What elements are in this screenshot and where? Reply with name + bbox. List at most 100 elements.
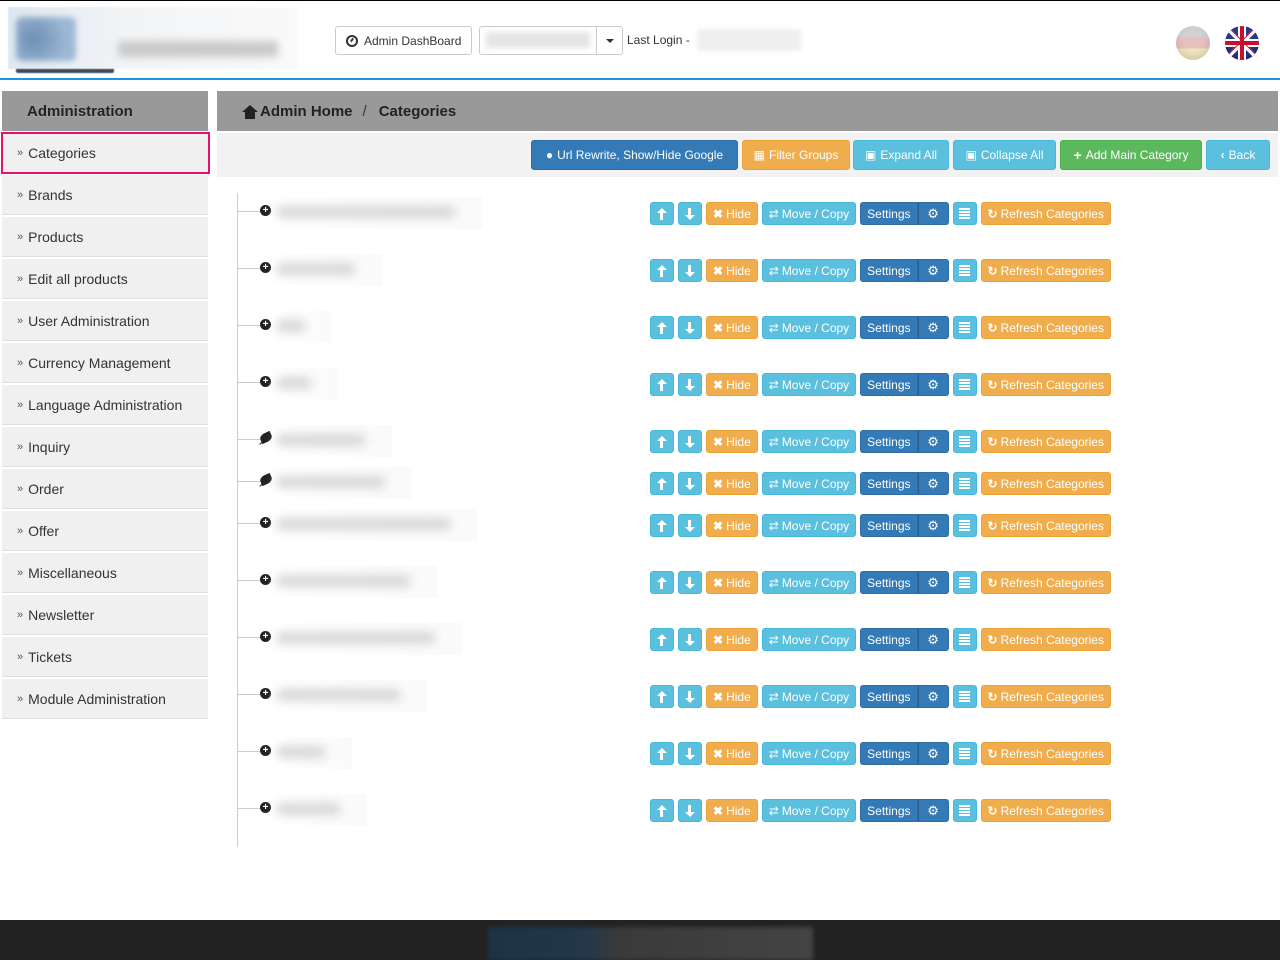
refresh-categories-button[interactable]: ↻ Refresh Categories (980, 685, 1111, 708)
hide-button[interactable]: ✖ Hide (706, 628, 758, 651)
refresh-categories-button[interactable]: ↻ Refresh Categories (980, 742, 1111, 765)
expand-all-button[interactable]: ▣ Expand All (853, 140, 949, 170)
expand-node-icon[interactable]: + (260, 745, 271, 756)
category-name[interactable] (272, 794, 367, 826)
move-up-button[interactable] (650, 472, 674, 495)
settings-gear-button[interactable]: ⚙ (917, 628, 949, 651)
list-button[interactable] (952, 316, 977, 339)
sidebar-item-products[interactable]: » Products (2, 217, 208, 257)
category-name[interactable] (272, 254, 382, 286)
list-button[interactable] (952, 430, 977, 453)
back-button[interactable]: ‹ Back (1206, 140, 1270, 170)
settings-button[interactable]: Settings (860, 742, 918, 765)
settings-gear-button[interactable]: ⚙ (917, 430, 949, 453)
list-button[interactable] (952, 571, 977, 594)
hide-button[interactable]: ✖ Hide (706, 373, 758, 396)
move-down-button[interactable] (678, 571, 702, 594)
sidebar-item-inquiry[interactable]: » Inquiry (2, 427, 208, 467)
refresh-categories-button[interactable]: ↻ Refresh Categories (980, 571, 1111, 594)
hide-button[interactable]: ✖ Hide (706, 430, 758, 453)
refresh-categories-button[interactable]: ↻ Refresh Categories (980, 430, 1111, 453)
move-up-button[interactable] (650, 514, 674, 537)
settings-button[interactable]: Settings (860, 685, 918, 708)
hide-button[interactable]: ✖ Hide (706, 799, 758, 822)
settings-gear-button[interactable]: ⚙ (917, 514, 949, 537)
expand-node-icon[interactable]: + (260, 262, 271, 273)
move-up-button[interactable] (650, 571, 674, 594)
collapse-all-button[interactable]: ▣ Collapse All (953, 140, 1056, 170)
refresh-categories-button[interactable]: ↻ Refresh Categories (980, 514, 1111, 537)
hide-button[interactable]: ✖ Hide (706, 316, 758, 339)
sidebar-item-order[interactable]: » Order (2, 469, 208, 509)
settings-gear-button[interactable]: ⚙ (917, 799, 949, 822)
settings-button[interactable]: Settings (860, 571, 918, 594)
category-name[interactable] (272, 197, 482, 229)
expand-node-icon[interactable]: + (260, 376, 271, 387)
settings-button[interactable]: Settings (860, 799, 918, 822)
settings-gear-button[interactable]: ⚙ (917, 259, 949, 282)
category-name[interactable] (272, 425, 392, 457)
move-down-button[interactable] (678, 202, 702, 225)
settings-gear-button[interactable]: ⚙ (917, 316, 949, 339)
category-name[interactable] (272, 368, 338, 400)
list-button[interactable] (952, 472, 977, 495)
move-down-button[interactable] (678, 259, 702, 282)
move-copy-button[interactable]: ⇄ Move / Copy (761, 628, 857, 651)
category-name[interactable] (272, 680, 427, 712)
shop-select-toggle[interactable] (596, 27, 622, 54)
expand-node-icon[interactable]: + (260, 319, 271, 330)
flag-gb-icon[interactable] (1225, 26, 1259, 60)
move-down-button[interactable] (678, 373, 702, 396)
move-down-button[interactable] (678, 799, 702, 822)
settings-button[interactable]: Settings (860, 628, 918, 651)
hide-button[interactable]: ✖ Hide (706, 571, 758, 594)
sidebar-item-module-administration[interactable]: » Module Administration (2, 679, 208, 719)
expand-node-icon[interactable]: + (260, 688, 271, 699)
settings-gear-button[interactable]: ⚙ (917, 202, 949, 225)
move-down-button[interactable] (678, 742, 702, 765)
refresh-categories-button[interactable]: ↻ Refresh Categories (980, 373, 1111, 396)
move-copy-button[interactable]: ⇄ Move / Copy (761, 742, 857, 765)
list-button[interactable] (952, 799, 977, 822)
hide-button[interactable]: ✖ Hide (706, 202, 758, 225)
move-down-button[interactable] (678, 628, 702, 651)
settings-gear-button[interactable]: ⚙ (917, 472, 949, 495)
expand-node-icon[interactable]: + (260, 517, 271, 528)
settings-button[interactable]: Settings (860, 259, 918, 282)
list-button[interactable] (952, 685, 977, 708)
move-copy-button[interactable]: ⇄ Move / Copy (761, 472, 857, 495)
category-name[interactable] (272, 623, 462, 655)
sidebar-item-newsletter[interactable]: » Newsletter (2, 595, 208, 635)
move-copy-button[interactable]: ⇄ Move / Copy (761, 799, 857, 822)
sidebar-item-currency-management[interactable]: » Currency Management (2, 343, 208, 383)
refresh-categories-button[interactable]: ↻ Refresh Categories (980, 316, 1111, 339)
category-name[interactable] (272, 566, 437, 598)
hide-button[interactable]: ✖ Hide (706, 472, 758, 495)
refresh-categories-button[interactable]: ↻ Refresh Categories (980, 799, 1111, 822)
move-up-button[interactable] (650, 316, 674, 339)
move-up-button[interactable] (650, 259, 674, 282)
refresh-categories-button[interactable]: ↻ Refresh Categories (980, 628, 1111, 651)
expand-node-icon[interactable]: + (260, 205, 271, 216)
sidebar-item-categories[interactable]: » Categories (1, 132, 210, 174)
move-up-button[interactable] (650, 373, 674, 396)
settings-button[interactable]: Settings (860, 316, 918, 339)
move-up-button[interactable] (650, 742, 674, 765)
hide-button[interactable]: ✖ Hide (706, 259, 758, 282)
move-copy-button[interactable]: ⇄ Move / Copy (761, 430, 857, 453)
category-name[interactable] (272, 467, 412, 499)
shop-select[interactable] (479, 26, 623, 55)
add-main-category-button[interactable]: + Add Main Category (1060, 140, 1202, 170)
settings-gear-button[interactable]: ⚙ (917, 571, 949, 594)
list-button[interactable] (952, 373, 977, 396)
move-down-button[interactable] (678, 472, 702, 495)
settings-gear-button[interactable]: ⚙ (917, 685, 949, 708)
move-copy-button[interactable]: ⇄ Move / Copy (761, 259, 857, 282)
settings-button[interactable]: Settings (860, 514, 918, 537)
settings-button[interactable]: Settings (860, 373, 918, 396)
sidebar-item-brands[interactable]: » Brands (2, 175, 208, 215)
move-copy-button[interactable]: ⇄ Move / Copy (761, 202, 857, 225)
category-name[interactable] (272, 737, 352, 769)
list-button[interactable] (952, 259, 977, 282)
sidebar-item-tickets[interactable]: » Tickets (2, 637, 208, 677)
